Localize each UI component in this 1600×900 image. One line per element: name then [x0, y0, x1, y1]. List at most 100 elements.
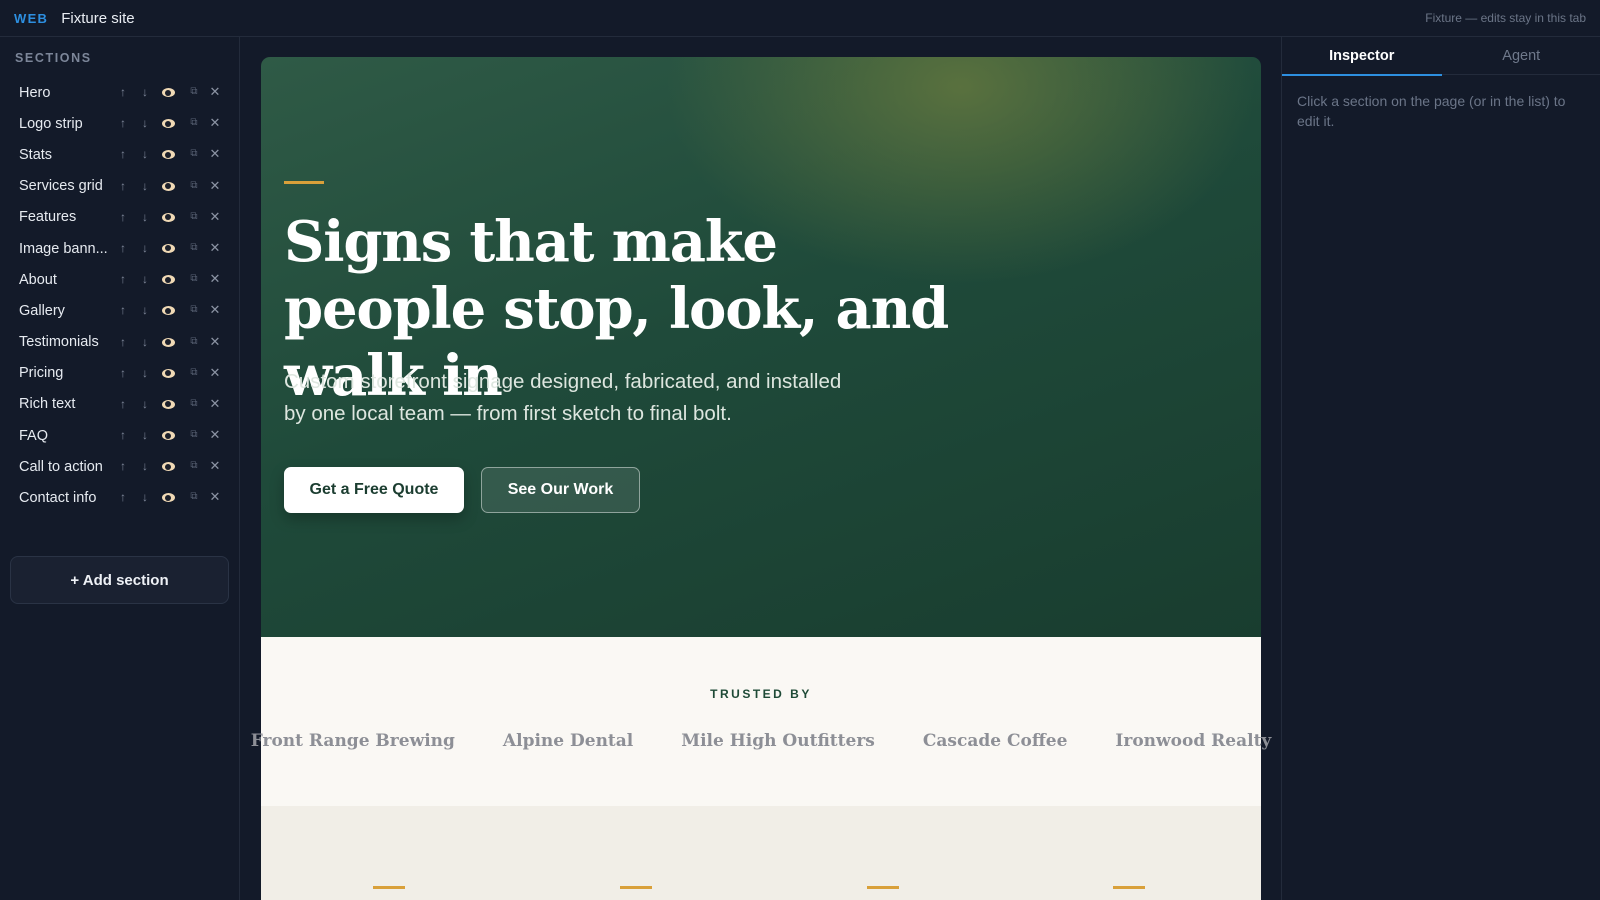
arrow-up-icon[interactable]: ↑: [115, 146, 131, 162]
close-icon[interactable]: ✕: [207, 427, 223, 443]
arrow-up-icon[interactable]: ↑: [115, 302, 131, 318]
arrow-down-icon[interactable]: ↓: [137, 178, 153, 194]
section-label: Image bann...: [19, 240, 108, 257]
section-row[interactable]: Image bann... ↑ ↓ ⧉ ✕: [0, 233, 240, 264]
eye-icon[interactable]: [160, 489, 176, 505]
arrow-down-icon[interactable]: ↓: [137, 365, 153, 381]
close-icon[interactable]: ✕: [207, 178, 223, 194]
arrow-up-icon[interactable]: ↑: [115, 365, 131, 381]
arrow-down-icon[interactable]: ↓: [137, 489, 153, 505]
logo-strip-section[interactable]: TRUSTED BY Front Range Brewing Alpine De…: [251, 637, 1271, 806]
arrow-down-icon[interactable]: ↓: [137, 427, 153, 443]
tab-inspector[interactable]: Inspector: [1282, 37, 1442, 76]
eye-icon[interactable]: [160, 271, 176, 287]
close-icon[interactable]: ✕: [207, 84, 223, 100]
section-row[interactable]: Rich text ↑ ↓ ⧉ ✕: [0, 389, 240, 420]
section-row[interactable]: Stats ↑ ↓ ⧉ ✕: [0, 139, 240, 170]
eye-icon[interactable]: [160, 334, 176, 350]
close-icon[interactable]: ✕: [207, 334, 223, 350]
close-icon[interactable]: ✕: [207, 302, 223, 318]
arrow-down-icon[interactable]: ↓: [137, 458, 153, 474]
hero-accent-line: [284, 181, 324, 184]
panel-tabs: Inspector Agent: [1282, 37, 1600, 76]
arrow-up-icon[interactable]: ↑: [115, 84, 131, 100]
arrow-down-icon[interactable]: ↓: [137, 209, 153, 225]
duplicate-icon[interactable]: ⧉: [186, 209, 202, 225]
section-row[interactable]: Testimonials ↑ ↓ ⧉ ✕: [0, 327, 240, 358]
eye-icon[interactable]: [160, 427, 176, 443]
duplicate-icon[interactable]: ⧉: [186, 334, 202, 350]
arrow-down-icon[interactable]: ↓: [137, 146, 153, 162]
eye-icon[interactable]: [160, 84, 176, 100]
arrow-down-icon[interactable]: ↓: [137, 396, 153, 412]
arrow-up-icon[interactable]: ↑: [115, 489, 131, 505]
stat-accent-line: [1113, 886, 1145, 889]
eye-icon[interactable]: [160, 240, 176, 256]
arrow-up-icon[interactable]: ↑: [115, 115, 131, 131]
duplicate-icon[interactable]: ⧉: [186, 178, 202, 194]
arrow-up-icon[interactable]: ↑: [115, 334, 131, 350]
eye-icon[interactable]: [160, 209, 176, 225]
duplicate-icon[interactable]: ⧉: [186, 365, 202, 381]
stats-section[interactable]: [261, 806, 1261, 900]
close-icon[interactable]: ✕: [207, 365, 223, 381]
arrow-down-icon[interactable]: ↓: [137, 334, 153, 350]
hero-section[interactable]: Signs that make people stop, look, and w…: [261, 57, 1261, 637]
section-row[interactable]: Contact info ↑ ↓ ⧉ ✕: [0, 482, 240, 513]
duplicate-icon[interactable]: ⧉: [186, 427, 202, 443]
section-row[interactable]: Services grid ↑ ↓ ⧉ ✕: [0, 171, 240, 202]
arrow-down-icon[interactable]: ↓: [137, 240, 153, 256]
section-label: Logo strip: [19, 115, 83, 132]
duplicate-icon[interactable]: ⧉: [186, 240, 202, 256]
close-icon[interactable]: ✕: [207, 115, 223, 131]
add-section-button[interactable]: + Add section: [10, 556, 229, 604]
arrow-down-icon[interactable]: ↓: [137, 302, 153, 318]
section-row[interactable]: Hero ↑ ↓ ⧉ ✕: [0, 77, 240, 108]
section-row[interactable]: Pricing ↑ ↓ ⧉ ✕: [0, 358, 240, 389]
eye-icon[interactable]: [160, 458, 176, 474]
close-icon[interactable]: ✕: [207, 146, 223, 162]
arrow-up-icon[interactable]: ↑: [115, 458, 131, 474]
eye-icon[interactable]: [160, 365, 176, 381]
close-icon[interactable]: ✕: [207, 489, 223, 505]
section-row[interactable]: Logo strip ↑ ↓ ⧉ ✕: [0, 108, 240, 139]
close-icon[interactable]: ✕: [207, 271, 223, 287]
sections-heading: SECTIONS: [15, 51, 92, 65]
tab-agent[interactable]: Agent: [1442, 37, 1600, 75]
eye-icon[interactable]: [160, 396, 176, 412]
eye-icon[interactable]: [160, 146, 176, 162]
arrow-up-icon[interactable]: ↑: [115, 396, 131, 412]
duplicate-icon[interactable]: ⧉: [186, 396, 202, 412]
duplicate-icon[interactable]: ⧉: [186, 271, 202, 287]
section-row[interactable]: FAQ ↑ ↓ ⧉ ✕: [0, 420, 240, 451]
duplicate-icon[interactable]: ⧉: [186, 115, 202, 131]
eye-icon[interactable]: [160, 115, 176, 131]
eye-icon[interactable]: [160, 302, 176, 318]
section-row[interactable]: Gallery ↑ ↓ ⧉ ✕: [0, 295, 240, 326]
arrow-up-icon[interactable]: ↑: [115, 178, 131, 194]
get-quote-button[interactable]: Get a Free Quote: [284, 467, 464, 513]
eye-icon[interactable]: [160, 178, 176, 194]
section-row[interactable]: Call to action ↑ ↓ ⧉ ✕: [0, 451, 240, 482]
duplicate-icon[interactable]: ⧉: [186, 146, 202, 162]
section-row[interactable]: Features ↑ ↓ ⧉ ✕: [0, 202, 240, 233]
close-icon[interactable]: ✕: [207, 396, 223, 412]
duplicate-icon[interactable]: ⧉: [186, 489, 202, 505]
section-row[interactable]: About ↑ ↓ ⧉ ✕: [0, 264, 240, 295]
arrow-down-icon[interactable]: ↓: [137, 115, 153, 131]
close-icon[interactable]: ✕: [207, 240, 223, 256]
duplicate-icon[interactable]: ⧉: [186, 302, 202, 318]
close-icon[interactable]: ✕: [207, 209, 223, 225]
arrow-up-icon[interactable]: ↑: [115, 271, 131, 287]
duplicate-icon[interactable]: ⧉: [186, 84, 202, 100]
section-label: Services grid: [19, 178, 103, 195]
arrow-up-icon[interactable]: ↑: [115, 427, 131, 443]
duplicate-icon[interactable]: ⧉: [186, 458, 202, 474]
arrow-up-icon[interactable]: ↑: [115, 240, 131, 256]
arrow-down-icon[interactable]: ↓: [137, 271, 153, 287]
arrow-up-icon[interactable]: ↑: [115, 209, 131, 225]
close-icon[interactable]: ✕: [207, 458, 223, 474]
section-label: Gallery: [19, 302, 65, 319]
see-work-button[interactable]: See Our Work: [481, 467, 640, 513]
arrow-down-icon[interactable]: ↓: [137, 84, 153, 100]
